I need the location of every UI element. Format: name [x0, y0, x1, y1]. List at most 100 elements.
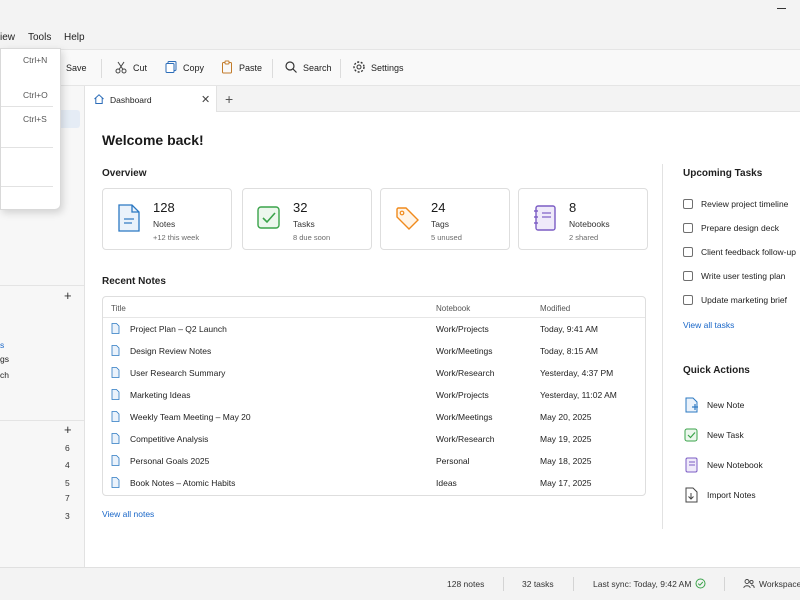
table-row[interactable]: Design Review Notes Work/Meetings Today, 8… [103, 340, 645, 362]
notebook-count: 4 [65, 460, 70, 470]
title-bar [0, 0, 800, 27]
copy-button[interactable]: Copy [164, 60, 204, 76]
cut-button[interactable]: Cut [114, 60, 147, 76]
tab-dashboard[interactable]: Dashboard ✕ [85, 86, 217, 112]
task-checkbox[interactable] [683, 295, 693, 305]
recent-notes-table: Title Notebook Modified Project Plan – Q… [102, 296, 646, 496]
sidebar-divider [0, 420, 84, 421]
task-label: Update marketing brief [701, 295, 787, 305]
notebooks-sub: 2 shared [569, 233, 599, 242]
task-checkbox[interactable] [683, 199, 693, 209]
task-checkbox[interactable] [683, 271, 693, 281]
table-row[interactable]: Competitive Analysis Work/Research May 19,… [103, 428, 645, 450]
sync-ok-icon [695, 578, 706, 591]
recent-notes-title: Recent Notes [102, 276, 166, 287]
menu-bar: iew Tools Help [0, 27, 800, 49]
note-modified: May 19, 2025 [540, 434, 592, 444]
note-modified: May 18, 2025 [540, 456, 592, 466]
settings-button[interactable]: Settings [352, 60, 404, 76]
menu-tools[interactable]: Tools [28, 32, 51, 43]
copy-label: Copy [183, 63, 205, 73]
minimize-icon[interactable] [777, 8, 786, 9]
note-modified: Today, 9:41 AM [540, 324, 598, 334]
note-notebook: Work/Meetings [436, 412, 493, 422]
table-row[interactable]: Project Plan – Q2 Launch Work/Projects Tod… [103, 318, 645, 340]
sidebar-item-partial-a[interactable]: s [0, 340, 4, 350]
note-modified: Today, 8:15 AM [540, 346, 598, 356]
save-button[interactable]: Save [66, 60, 87, 76]
note-modified: Yesterday, 11:02 AM [540, 390, 617, 400]
add-notebook-icon[interactable]: + [64, 423, 72, 436]
notebook-count: 6 [65, 443, 70, 453]
view-all-notes-link[interactable]: View all notes [102, 509, 154, 519]
new-notebook-label: New Notebook [707, 460, 763, 470]
tasks-card[interactable]: 32 Tasks 8 due soon [242, 188, 372, 250]
notebook-count: 7 [65, 493, 70, 503]
quick-actions-title: Quick Actions [683, 365, 750, 376]
clipboard-icon [220, 60, 234, 76]
tags-card[interactable]: 24 Tags 5 unused [380, 188, 510, 250]
status-separator [503, 577, 504, 591]
task-checkbox[interactable] [683, 223, 693, 233]
settings-label: Settings [371, 63, 404, 73]
status-notes-count: 128 notes [447, 579, 485, 589]
toolbar-separator [101, 59, 102, 78]
menu-item-save[interactable]: Ctrl+S [23, 114, 47, 124]
new-task-label: New Task [707, 430, 744, 440]
add-tag-icon[interactable]: + [64, 289, 72, 302]
notebook-count: 3 [65, 511, 70, 521]
note-title: Project Plan – Q2 Launch [130, 324, 227, 334]
import-notes-label: Import Notes [707, 490, 756, 500]
status-workspace[interactable]: Workspace [759, 579, 800, 589]
column-header-title[interactable]: Title [111, 304, 126, 313]
sidebar-item-partial-c[interactable]: ch [0, 370, 9, 380]
note-modified: Yesterday, 4:37 PM [540, 368, 614, 378]
table-row[interactable]: Marketing Ideas Work/Projects Yesterday, 1… [103, 384, 645, 406]
gear-icon [352, 60, 366, 76]
note-notebook: Work/Meetings [436, 346, 493, 356]
close-icon[interactable]: ✕ [201, 93, 210, 106]
view-all-tasks-link[interactable]: View all tasks [683, 320, 734, 330]
home-icon [93, 93, 105, 107]
scissors-icon [114, 60, 128, 76]
notes-card[interactable]: 128 Notes +12 this week [102, 188, 232, 250]
menu-view[interactable]: iew [0, 32, 15, 43]
sidebar-item-partial-b[interactable]: gs [0, 354, 9, 364]
tasks-label: Tasks [293, 219, 315, 229]
note-notebook: Work/Projects [436, 324, 489, 334]
task-label: Client feedback follow-up [701, 247, 796, 257]
note-modified: May 17, 2025 [540, 478, 592, 488]
copy-icon [164, 60, 178, 76]
table-row[interactable]: Weekly Team Meeting – May 20 Work/Meeting… [103, 406, 645, 428]
menu-separator [1, 106, 53, 107]
notes-sub: +12 this week [153, 233, 200, 242]
status-bar: 128 notes 32 tasks Last sync: Today, 9:4… [0, 567, 800, 600]
table-row[interactable]: User Research Summary Work/Research Yester… [103, 362, 645, 384]
menu-help[interactable]: Help [64, 32, 85, 43]
note-notebook: Work/Research [436, 368, 495, 378]
table-row[interactable]: Book Notes – Atomic Habits Ideas May 17, 2… [103, 472, 645, 494]
notebooks-count: 8 [569, 200, 577, 215]
menu-item-open[interactable]: Ctrl+O [23, 90, 48, 100]
note-notebook: Work/Research [436, 434, 495, 444]
column-header-modified[interactable]: Modified [540, 304, 570, 313]
new-note-label: New Note [707, 400, 745, 410]
save-label: Save [66, 63, 87, 73]
tags-sub: 5 unused [431, 233, 462, 242]
search-label: Search [303, 63, 332, 73]
menu-item-new[interactable]: Ctrl+N [23, 55, 47, 65]
search-button[interactable]: Search [284, 60, 332, 76]
paste-button[interactable]: Paste [220, 60, 262, 76]
note-notebook: Ideas [436, 478, 457, 488]
table-row[interactable]: Personal Goals 2025 Personal May 18, 2025 [103, 450, 645, 472]
toolbar-separator [272, 59, 273, 78]
column-header-notebook[interactable]: Notebook [436, 304, 470, 313]
new-tab-icon[interactable]: + [225, 91, 233, 107]
notes-label: Notes [153, 219, 176, 229]
note-title: Weekly Team Meeting – May 20 [130, 412, 251, 422]
note-notebook: Work/Projects [436, 390, 489, 400]
task-checkbox[interactable] [683, 247, 693, 257]
status-separator [724, 577, 725, 591]
notebooks-card[interactable]: 8 Notebooks 2 shared [518, 188, 648, 250]
note-title: Book Notes – Atomic Habits [130, 478, 236, 488]
